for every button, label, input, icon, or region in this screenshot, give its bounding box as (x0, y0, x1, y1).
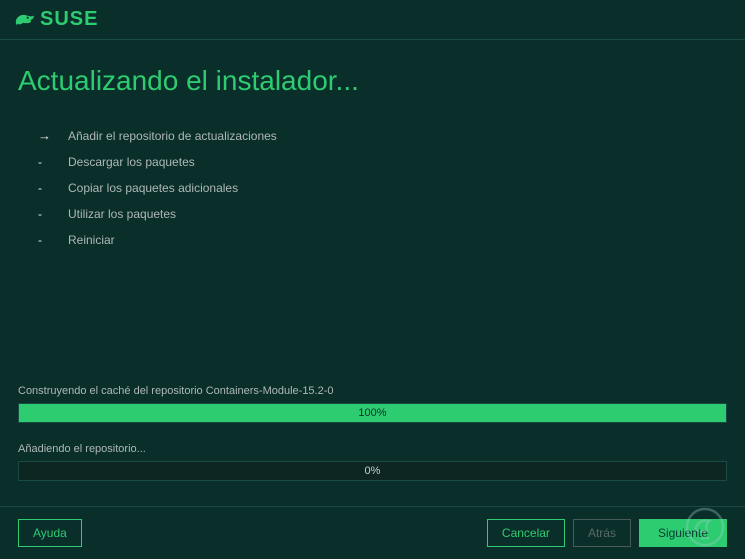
step-marker-icon: - (38, 155, 68, 169)
step-label: Añadir el repositorio de actualizaciones (68, 129, 277, 143)
header: SUSE (0, 0, 745, 40)
step-label: Reiniciar (68, 233, 115, 247)
progress2-label: Añadiendo el repositorio... (18, 443, 727, 455)
progress1-label: Construyendo el caché del repositorio Co… (18, 385, 727, 397)
step-item: - Utilizar los paquetes (38, 201, 727, 227)
right-button-group: Cancelar Atrás Siguiente (487, 519, 727, 547)
step-label: Descargar los paquetes (68, 155, 195, 169)
step-label: Copiar los paquetes adicionales (68, 181, 238, 195)
step-list: → Añadir el repositorio de actualizacion… (38, 122, 727, 253)
footer: Ayuda Cancelar Atrás Siguiente (0, 506, 745, 559)
cancel-button[interactable]: Cancelar (487, 519, 565, 547)
brand-logo: SUSE (14, 8, 98, 31)
step-item: - Reiniciar (38, 227, 727, 253)
step-item: - Copiar los paquetes adicionales (38, 175, 727, 201)
brand-text: SUSE (40, 8, 98, 31)
step-marker-icon: → (38, 128, 68, 143)
progress1-percent: 100% (19, 404, 726, 422)
help-button[interactable]: Ayuda (18, 519, 82, 547)
step-marker-icon: - (38, 207, 68, 221)
progress2-percent: 0% (19, 462, 726, 480)
step-marker-icon: - (38, 233, 68, 247)
step-item: → Añadir el repositorio de actualizacion… (38, 122, 727, 149)
step-item: - Descargar los paquetes (38, 149, 727, 175)
chameleon-icon (14, 11, 36, 29)
progress-area: Construyendo el caché del repositorio Co… (18, 385, 727, 501)
progress2-bar: 0% (18, 461, 727, 481)
back-button: Atrás (573, 519, 631, 547)
next-button[interactable]: Siguiente (639, 519, 727, 547)
step-marker-icon: - (38, 181, 68, 195)
page-title: Actualizando el instalador... (18, 65, 727, 97)
step-label: Utilizar los paquetes (68, 207, 176, 221)
progress1-bar: 100% (18, 403, 727, 423)
main-content: Actualizando el instalador... → Añadir e… (0, 40, 745, 253)
